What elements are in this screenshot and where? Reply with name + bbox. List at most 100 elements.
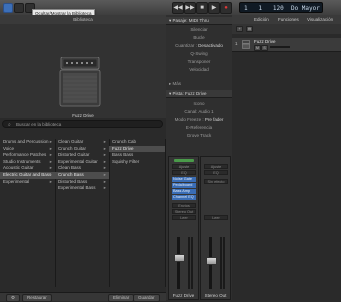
library-subcategory[interactable]: Distorted Bass ▸ [55, 179, 109, 186]
track-header-row[interactable]: 1 Fuzz Drive M S [232, 38, 341, 52]
library-subcategory[interactable]: Clean Bass ▸ [55, 165, 109, 172]
library-subcategory[interactable]: Crunch Guitar ▸ [55, 146, 109, 153]
region-param[interactable]: Bucle [166, 35, 232, 41]
region-param-label: Bucle [193, 35, 205, 40]
patch-preview: Fuzz Drive [0, 24, 166, 118]
amp-icon [59, 57, 101, 107]
volume-fader-track[interactable] [177, 237, 180, 289]
region-param[interactable]: Velocidad [166, 67, 232, 73]
category-column-2: Clean Guitar ▸ Crunch Guitar ▸ Distorted Gui… [55, 139, 110, 287]
library-category[interactable]: Voice ▸ [0, 146, 55, 153]
solo-button[interactable]: S [261, 45, 268, 51]
menu-edit[interactable]: Edición [254, 15, 269, 24]
mute-button[interactable]: M [254, 45, 261, 51]
track-param[interactable]: E-Referencia [166, 125, 232, 131]
automation-mode[interactable]: Leer [204, 215, 228, 220]
track-param[interactable]: Grove Track [166, 133, 232, 139]
menu-view[interactable]: Visualización [307, 15, 333, 24]
library-search-field[interactable]: ⌕ Buscar en la biblioteca [2, 120, 163, 128]
record-button[interactable]: ● [220, 2, 232, 14]
region-param[interactable]: Silenciar [166, 27, 232, 33]
channel-strip-output: Ajuste EQ Sin efecto Leer Stereo Out [200, 156, 231, 300]
library-patch-label: Bass Bass [112, 152, 134, 158]
volume-slider[interactable] [270, 46, 290, 48]
library-subcategory[interactable]: Crunch Bass ▸ [55, 171, 109, 179]
track-header-label: Pista: Fuzz Drive [172, 91, 207, 96]
library-toggle-button[interactable] [3, 3, 13, 13]
level-meter [188, 237, 190, 289]
library-category[interactable]: Experimental ▸ [0, 179, 55, 186]
library-subcategory[interactable]: Experimental Bass ▸ [55, 185, 109, 192]
track-param-label: Grove Track [186, 133, 212, 138]
track-area-background [232, 34, 341, 300]
library-category-label: Performance Patches [3, 152, 47, 158]
eq-button[interactable]: EQ [172, 170, 196, 175]
rewind-button[interactable]: ◀◀ [172, 2, 184, 14]
library-category-label: Experimental [3, 178, 30, 184]
library-patch-label: Squishy Filter [112, 158, 140, 164]
sends-slot[interactable]: Envíos [172, 203, 196, 208]
chevron-right-icon: ▸ [103, 185, 106, 191]
restore-button[interactable]: Restaurar [22, 294, 52, 302]
category-column-3: Crunch Cab Fuzz Drive Bass Bass Squishy Fil… [109, 139, 166, 287]
plugin-slot[interactable]: Channel EQ [172, 195, 196, 200]
volume-fader-handle[interactable] [206, 257, 217, 266]
eq-button[interactable]: EQ [204, 170, 228, 175]
setting-button[interactable]: Ajuste [204, 164, 228, 169]
library-patch[interactable]: Bass Bass [109, 152, 165, 159]
library-patch[interactable]: Fuzz Drive [109, 145, 165, 153]
chevron-right-icon: ▸ [49, 145, 52, 151]
chevron-right-icon: ▸ [49, 178, 52, 184]
patch-name: Fuzz Drive [72, 113, 94, 118]
eq-thumbnail[interactable] [174, 159, 194, 162]
tracks-area: Edición Funciones Visualización + ▤ 1 Fu… [232, 15, 341, 300]
region-param[interactable]: Q-Swing [166, 51, 232, 57]
chevron-right-icon: ▸ [49, 165, 52, 171]
library-category-label: Studio Instruments [3, 158, 41, 164]
track-options-icon[interactable]: ▤ [246, 26, 253, 32]
forward-button[interactable]: ▶▶ [184, 2, 196, 14]
track-param[interactable]: Modo Freeze : Pre fader [166, 117, 232, 123]
library-category[interactable]: Performance Patches ▸ [0, 152, 55, 159]
stop-button[interactable]: ■ [196, 2, 208, 14]
automation-mode[interactable]: Leer [172, 215, 196, 220]
plugin-slot[interactable]: Pedalboard [172, 183, 196, 188]
effect-slot[interactable]: Sin efecto [204, 179, 228, 184]
volume-fader-handle[interactable] [174, 253, 185, 262]
save-button[interactable]: Guardar [133, 294, 160, 302]
region-header[interactable]: ▾ Pasaje: MIDI Thru [166, 17, 232, 25]
region-param[interactable]: Transponer [166, 59, 232, 65]
track-param[interactable]: Icono [166, 101, 232, 107]
track-param[interactable]: Canal: Audio 1 [166, 109, 232, 115]
output-slot[interactable]: Stereo Out [172, 209, 196, 214]
more-disclosure[interactable]: ▸ Más [166, 81, 232, 87]
setting-button[interactable]: Ajuste [172, 164, 196, 169]
library-category[interactable]: Drums and Percussion ▸ [0, 139, 55, 146]
library-patch-label: Crunch Cab [112, 139, 137, 144]
track-header[interactable]: ▾ Pista: Fuzz Drive [166, 90, 232, 98]
library-category[interactable]: Studio Instruments ▸ [0, 159, 55, 166]
library-patch[interactable]: Crunch Cab [109, 139, 165, 146]
add-track-icon[interactable]: + [236, 26, 243, 32]
plugin-slot[interactable]: Bass Amp [172, 189, 196, 194]
library-subcategory-label: Clean Bass [58, 165, 82, 171]
inspector-toggle-button[interactable] [14, 3, 24, 13]
gear-icon[interactable]: ⚙ [6, 294, 21, 302]
library-category[interactable]: Electric Guitar and Bass ▸ [0, 171, 55, 179]
inspector-panel: ▾ Pasaje: MIDI Thru Silenciar Bucle Cuanti… [166, 15, 233, 300]
delete-button[interactable]: Eliminar [108, 294, 135, 302]
chevron-right-icon: ▸ [103, 145, 106, 151]
search-placeholder: Buscar en la biblioteca [16, 122, 62, 127]
plugin-slot[interactable]: Noise Gate [172, 177, 196, 182]
library-category-label: Electric Guitar and Bass [3, 171, 52, 177]
library-subcategory[interactable]: Clean Guitar ▸ [55, 139, 109, 146]
library-patch[interactable]: Squishy Filter [109, 159, 165, 166]
menu-functions[interactable]: Funciones [278, 15, 299, 24]
library-patch-label: Fuzz Drive [112, 145, 134, 151]
lcd-display[interactable]: 1 1 120 Do Mayor [239, 2, 323, 13]
library-subcategory[interactable]: Distorted Guitar ▸ [55, 152, 109, 159]
library-subcategory[interactable]: Experimental Guitar ▸ [55, 159, 109, 166]
region-param[interactable]: Cuantizar : Desactivado [166, 43, 232, 49]
library-category[interactable]: Acoustic Guitar ▸ [0, 165, 55, 172]
play-button[interactable]: ▶ [208, 2, 220, 14]
